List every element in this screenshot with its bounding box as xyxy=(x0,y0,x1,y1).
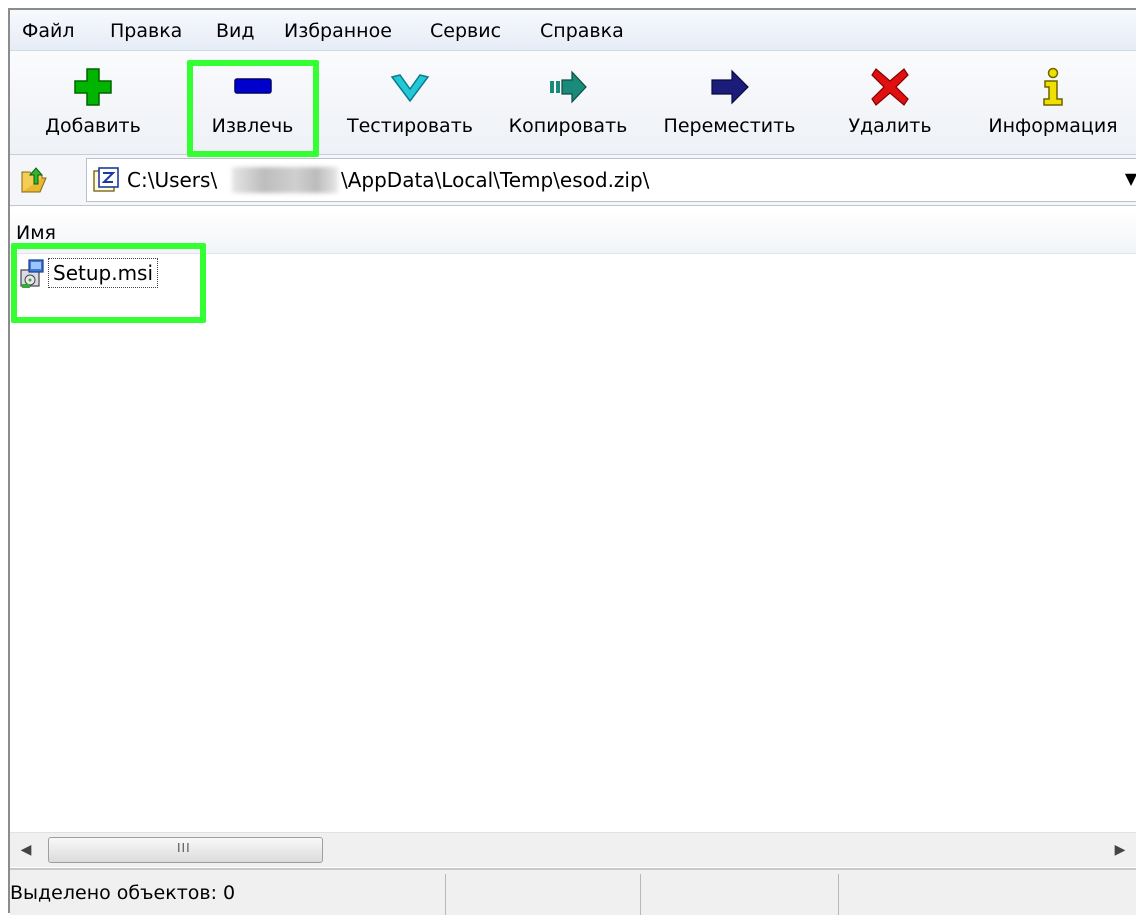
status-bar: Выделено объектов: 0 xyxy=(10,868,1136,915)
path-suffix: \AppData\Local\Temp\esod.zip\ xyxy=(341,168,650,192)
copy-button-label: Копировать xyxy=(508,115,628,137)
plus-icon xyxy=(73,67,113,107)
add-button[interactable]: Добавить xyxy=(28,51,158,154)
info-button[interactable]: Информация xyxy=(978,51,1128,154)
delete-button[interactable]: Удалить xyxy=(830,51,950,154)
test-button[interactable]: Тестировать xyxy=(340,51,480,154)
address-bar: C:\Users\ \AppData\Local\Temp\esod.zip\ … xyxy=(10,155,1136,206)
info-button-label: Информация xyxy=(988,115,1118,137)
checkmark-icon xyxy=(390,67,430,107)
folder-up-icon[interactable] xyxy=(18,164,50,196)
msi-installer-icon xyxy=(18,258,48,290)
status-divider xyxy=(640,874,641,915)
scrollbar-thumb[interactable]: III xyxy=(48,837,323,863)
info-icon xyxy=(1033,67,1073,107)
extract-button[interactable]: Извлечь xyxy=(190,51,315,154)
toolbar: Добавить Извлечь Тестировать Копировать … xyxy=(10,51,1136,155)
menu-file[interactable]: Файл xyxy=(22,20,75,42)
delete-button-label: Удалить xyxy=(848,115,932,137)
menu-view[interactable]: Вид xyxy=(216,20,255,42)
menu-bar: Файл Правка Вид Избранное Сервис Справка xyxy=(10,10,1136,51)
menu-help[interactable]: Справка xyxy=(540,20,624,42)
move-button-label: Переместить xyxy=(663,115,796,137)
status-selected-count: Выделено объектов: 0 xyxy=(10,882,236,904)
file-name: Setup.msi xyxy=(48,258,159,288)
move-arrow-icon xyxy=(710,67,750,107)
scroll-left-icon[interactable]: ◀ xyxy=(10,833,42,867)
cross-icon xyxy=(870,67,910,107)
menu-tools[interactable]: Сервис xyxy=(430,20,501,42)
minus-icon xyxy=(233,67,273,107)
archive-manager-window: Файл Правка Вид Избранное Сервис Справка… xyxy=(0,0,1136,915)
chevron-down-icon[interactable]: ▼ xyxy=(1121,169,1136,191)
redacted-username xyxy=(232,167,338,193)
file-list: Имя Setup.msi xyxy=(10,206,1136,832)
column-name-label: Имя xyxy=(16,222,56,244)
copy-arrow-icon xyxy=(548,67,588,107)
horizontal-scrollbar[interactable]: ◀ III ▶ xyxy=(10,832,1136,867)
status-divider xyxy=(838,874,839,915)
move-button[interactable]: Переместить xyxy=(652,51,807,154)
test-button-label: Тестировать xyxy=(347,115,473,137)
menu-favorites[interactable]: Избранное xyxy=(284,20,392,42)
copy-button[interactable]: Копировать xyxy=(498,51,638,154)
add-button-label: Добавить xyxy=(45,115,141,137)
path-field[interactable]: C:\Users\ \AppData\Local\Temp\esod.zip\ … xyxy=(86,158,1136,202)
scrollbar-grip: III xyxy=(177,841,191,855)
status-divider xyxy=(445,874,446,915)
path-prefix: C:\Users\ xyxy=(127,168,218,192)
scroll-right-icon[interactable]: ▶ xyxy=(1104,833,1136,867)
zip-archive-icon xyxy=(93,167,119,193)
menu-edit[interactable]: Правка xyxy=(110,20,182,42)
column-header-name[interactable]: Имя xyxy=(10,211,1136,254)
extract-button-label: Извлечь xyxy=(211,115,294,137)
